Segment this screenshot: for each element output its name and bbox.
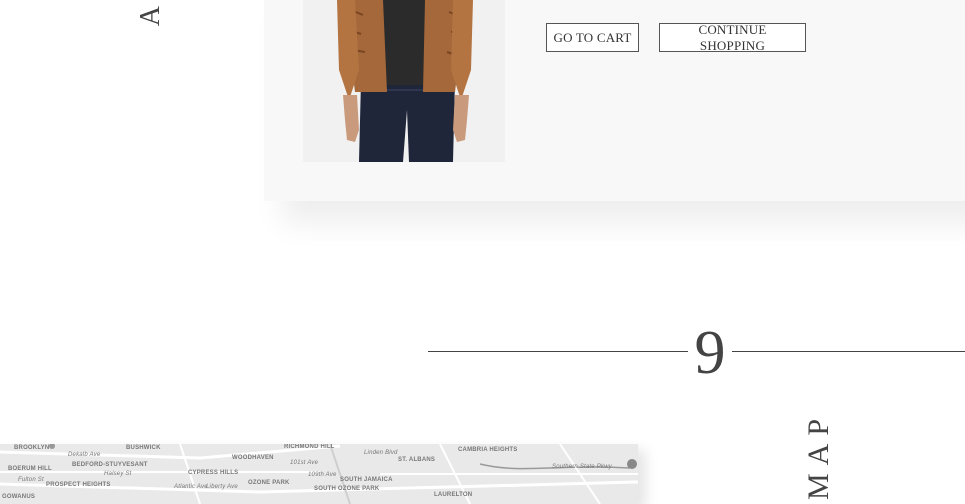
map-label: Fulton St: [18, 477, 44, 483]
map-label: OZONE PARK: [248, 480, 290, 486]
map-label: Liberty Ave: [206, 484, 238, 490]
map-label: RICHMOND HILL: [284, 444, 335, 450]
section-number: 9: [688, 318, 732, 388]
map-label: BROOKLYN: [14, 445, 50, 451]
map-label: SOUTH OZONE PARK: [314, 486, 380, 492]
map-widget[interactable]: BROOKLYN BUSHWICK RICHMOND HILL CAMBRIA …: [0, 444, 638, 504]
map-label: BUSHWICK: [126, 445, 161, 451]
map-label: BOERUM HILL: [8, 466, 52, 472]
product-image[interactable]: [303, 0, 505, 162]
map-label: WOODHAVEN: [232, 455, 274, 461]
map-label: 109th Ave: [308, 472, 337, 478]
continue-shopping-button[interactable]: CONTINUE SHOPPING: [659, 22, 806, 53]
map-label: Southern State Pkwy: [552, 464, 612, 470]
map-label: SOUTH JAMAICA: [340, 477, 393, 483]
map-label: Dekalb Ave: [68, 452, 101, 458]
map-section-title: MAP: [802, 410, 835, 500]
map-label: GOWANUS: [2, 494, 36, 500]
map-label: PROSPECT HEIGHTS: [46, 482, 111, 488]
map-label: Atlantic Ave: [174, 484, 208, 490]
section-vertical-heading: A: [135, 0, 166, 27]
map-label: ST. ALBANS: [398, 457, 436, 463]
map-label: CYPRESS HILLS: [188, 470, 239, 476]
go-to-cart-button[interactable]: GO TO CART: [546, 23, 639, 52]
map-label: Halsey St: [104, 471, 132, 477]
map-label: 101st Ave: [290, 460, 319, 466]
map-label: LAURELTON: [434, 492, 473, 498]
map-label: Linden Blvd: [364, 450, 398, 456]
map-label: CAMBRIA HEIGHTS: [458, 447, 518, 453]
map-label: BEDFORD-STUYVESANT: [72, 462, 148, 468]
product-photo-jacket: [303, 0, 505, 162]
